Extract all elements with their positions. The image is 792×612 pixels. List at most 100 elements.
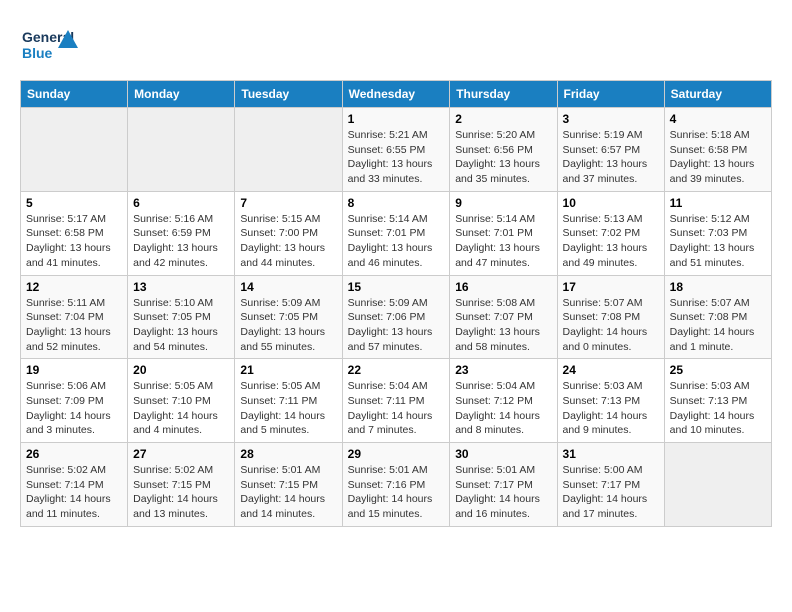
calendar-week-row: 12 Sunrise: 5:11 AMSunset: 7:04 PMDayligh… xyxy=(21,275,772,359)
calendar-week-row: 26 Sunrise: 5:02 AMSunset: 7:14 PMDayligh… xyxy=(21,443,772,527)
calendar-cell: 14Sunrise: 5:09 AMSunset: 7:05 PMDayligh… xyxy=(235,275,342,359)
day-detail: Sunrise: 5:21 AMSunset: 6:55 PMDaylight:… xyxy=(348,128,445,187)
calendar-cell: 11Sunrise: 5:12 AMSunset: 7:03 PMDayligh… xyxy=(664,191,771,275)
day-number: 30 xyxy=(455,447,551,461)
calendar-cell: 10 Sunrise: 5:13 AMSunset: 7:02 PMDayligh… xyxy=(557,191,664,275)
day-number: 20 xyxy=(133,363,229,377)
calendar-cell: 22 Sunrise: 5:04 AMSunset: 7:11 PMDayligh… xyxy=(342,359,450,443)
day-detail: Sunrise: 5:18 AMSunset: 6:58 PMDaylight:… xyxy=(670,128,766,187)
day-detail: Sunrise: 5:19 AMSunset: 6:57 PMDaylight:… xyxy=(563,128,659,187)
calendar-cell: 25Sunrise: 5:03 AMSunset: 7:13 PMDayligh… xyxy=(664,359,771,443)
day-detail: Sunrise: 5:06 AMSunset: 7:09 PMDaylight:… xyxy=(26,379,122,438)
day-detail: Sunrise: 5:09 AMSunset: 7:06 PMDaylight:… xyxy=(348,296,445,355)
day-number: 16 xyxy=(455,280,551,294)
day-number: 12 xyxy=(26,280,122,294)
calendar-cell: 7 Sunrise: 5:15 AMSunset: 7:00 PMDaylight… xyxy=(235,191,342,275)
day-number: 26 xyxy=(26,447,122,461)
calendar-cell: 8 Sunrise: 5:14 AMSunset: 7:01 PMDaylight… xyxy=(342,191,450,275)
day-number: 2 xyxy=(455,112,551,126)
day-number: 7 xyxy=(240,196,336,210)
calendar-body: 1 Sunrise: 5:21 AMSunset: 6:55 PMDaylight… xyxy=(21,108,772,527)
weekday-header-cell: Monday xyxy=(128,81,235,108)
svg-text:Blue: Blue xyxy=(22,45,53,61)
day-detail: Sunrise: 5:02 AMSunset: 7:14 PMDaylight:… xyxy=(26,463,122,522)
calendar-cell xyxy=(235,108,342,192)
day-detail: Sunrise: 5:04 AMSunset: 7:11 PMDaylight:… xyxy=(348,379,445,438)
day-number: 19 xyxy=(26,363,122,377)
weekday-header-cell: Saturday xyxy=(664,81,771,108)
page-header: General Blue xyxy=(20,20,772,70)
day-number: 25 xyxy=(670,363,766,377)
day-number: 1 xyxy=(348,112,445,126)
calendar-cell xyxy=(128,108,235,192)
day-number: 22 xyxy=(348,363,445,377)
calendar-cell: 16 Sunrise: 5:08 AMSunset: 7:07 PMDayligh… xyxy=(450,275,557,359)
day-number: 13 xyxy=(133,280,229,294)
day-number: 29 xyxy=(348,447,445,461)
day-detail: Sunrise: 5:01 AMSunset: 7:15 PMDaylight:… xyxy=(240,463,336,522)
weekday-header-cell: Sunday xyxy=(21,81,128,108)
calendar-week-row: 1 Sunrise: 5:21 AMSunset: 6:55 PMDaylight… xyxy=(21,108,772,192)
day-detail: Sunrise: 5:10 AMSunset: 7:05 PMDaylight:… xyxy=(133,296,229,355)
calendar-week-row: 5 Sunrise: 5:17 AMSunset: 6:58 PMDaylight… xyxy=(21,191,772,275)
day-detail: Sunrise: 5:14 AMSunset: 7:01 PMDaylight:… xyxy=(348,212,445,271)
day-number: 18 xyxy=(670,280,766,294)
day-detail: Sunrise: 5:14 AMSunset: 7:01 PMDaylight:… xyxy=(455,212,551,271)
day-detail: Sunrise: 5:01 AMSunset: 7:16 PMDaylight:… xyxy=(348,463,445,522)
day-detail: Sunrise: 5:17 AMSunset: 6:58 PMDaylight:… xyxy=(26,212,122,271)
day-number: 23 xyxy=(455,363,551,377)
day-detail: Sunrise: 5:09 AMSunset: 7:05 PMDaylight:… xyxy=(240,296,336,355)
day-number: 8 xyxy=(348,196,445,210)
calendar-cell: 24 Sunrise: 5:03 AMSunset: 7:13 PMDayligh… xyxy=(557,359,664,443)
day-detail: Sunrise: 5:15 AMSunset: 7:00 PMDaylight:… xyxy=(240,212,336,271)
weekday-header-cell: Wednesday xyxy=(342,81,450,108)
day-detail: Sunrise: 5:02 AMSunset: 7:15 PMDaylight:… xyxy=(133,463,229,522)
weekday-header-cell: Thursday xyxy=(450,81,557,108)
calendar-cell: 26 Sunrise: 5:02 AMSunset: 7:14 PMDayligh… xyxy=(21,443,128,527)
day-detail: Sunrise: 5:03 AMSunset: 7:13 PMDaylight:… xyxy=(563,379,659,438)
calendar-cell: 9 Sunrise: 5:14 AMSunset: 7:01 PMDaylight… xyxy=(450,191,557,275)
calendar-cell: 29 Sunrise: 5:01 AMSunset: 7:16 PMDayligh… xyxy=(342,443,450,527)
day-detail: Sunrise: 5:13 AMSunset: 7:02 PMDaylight:… xyxy=(563,212,659,271)
day-number: 11 xyxy=(670,196,766,210)
day-detail: Sunrise: 5:05 AMSunset: 7:11 PMDaylight:… xyxy=(240,379,336,438)
calendar-cell: 4Sunrise: 5:18 AMSunset: 6:58 PMDaylight… xyxy=(664,108,771,192)
day-number: 6 xyxy=(133,196,229,210)
day-number: 5 xyxy=(26,196,122,210)
calendar-cell: 18 Sunrise: 5:07 AMSunset: 7:08 PMDayligh… xyxy=(664,275,771,359)
calendar-cell: 6 Sunrise: 5:16 AMSunset: 6:59 PMDaylight… xyxy=(128,191,235,275)
day-detail: Sunrise: 5:00 AMSunset: 7:17 PMDaylight:… xyxy=(563,463,659,522)
day-number: 9 xyxy=(455,196,551,210)
day-number: 28 xyxy=(240,447,336,461)
day-number: 24 xyxy=(563,363,659,377)
day-number: 10 xyxy=(563,196,659,210)
calendar-cell: 28 Sunrise: 5:01 AMSunset: 7:15 PMDayligh… xyxy=(235,443,342,527)
day-number: 17 xyxy=(563,280,659,294)
logo-icon: General Blue xyxy=(20,20,80,70)
calendar-cell: 31 Sunrise: 5:00 AMSunset: 7:17 PMDayligh… xyxy=(557,443,664,527)
day-detail: Sunrise: 5:07 AMSunset: 7:08 PMDaylight:… xyxy=(563,296,659,355)
day-detail: Sunrise: 5:11 AMSunset: 7:04 PMDaylight:… xyxy=(26,296,122,355)
calendar-cell: 20Sunrise: 5:05 AMSunset: 7:10 PMDayligh… xyxy=(128,359,235,443)
calendar-cell xyxy=(664,443,771,527)
day-detail: Sunrise: 5:08 AMSunset: 7:07 PMDaylight:… xyxy=(455,296,551,355)
calendar-cell: 17 Sunrise: 5:07 AMSunset: 7:08 PMDayligh… xyxy=(557,275,664,359)
calendar-cell: 2 Sunrise: 5:20 AMSunset: 6:56 PMDaylight… xyxy=(450,108,557,192)
calendar-cell: 1 Sunrise: 5:21 AMSunset: 6:55 PMDaylight… xyxy=(342,108,450,192)
calendar-cell: 30Sunrise: 5:01 AMSunset: 7:17 PMDayligh… xyxy=(450,443,557,527)
day-number: 31 xyxy=(563,447,659,461)
day-detail: Sunrise: 5:07 AMSunset: 7:08 PMDaylight:… xyxy=(670,296,766,355)
day-number: 15 xyxy=(348,280,445,294)
calendar-cell: 19 Sunrise: 5:06 AMSunset: 7:09 PMDayligh… xyxy=(21,359,128,443)
calendar-cell: 5 Sunrise: 5:17 AMSunset: 6:58 PMDaylight… xyxy=(21,191,128,275)
calendar-cell: 13 Sunrise: 5:10 AMSunset: 7:05 PMDayligh… xyxy=(128,275,235,359)
weekday-header-row: SundayMondayTuesdayWednesdayThursdayFrid… xyxy=(21,81,772,108)
calendar-cell: 12 Sunrise: 5:11 AMSunset: 7:04 PMDayligh… xyxy=(21,275,128,359)
calendar-table: SundayMondayTuesdayWednesdayThursdayFrid… xyxy=(20,80,772,527)
day-number: 27 xyxy=(133,447,229,461)
day-detail: Sunrise: 5:16 AMSunset: 6:59 PMDaylight:… xyxy=(133,212,229,271)
logo: General Blue xyxy=(20,20,80,70)
calendar-cell: 23Sunrise: 5:04 AMSunset: 7:12 PMDayligh… xyxy=(450,359,557,443)
calendar-cell: 3Sunrise: 5:19 AMSunset: 6:57 PMDaylight… xyxy=(557,108,664,192)
day-detail: Sunrise: 5:20 AMSunset: 6:56 PMDaylight:… xyxy=(455,128,551,187)
